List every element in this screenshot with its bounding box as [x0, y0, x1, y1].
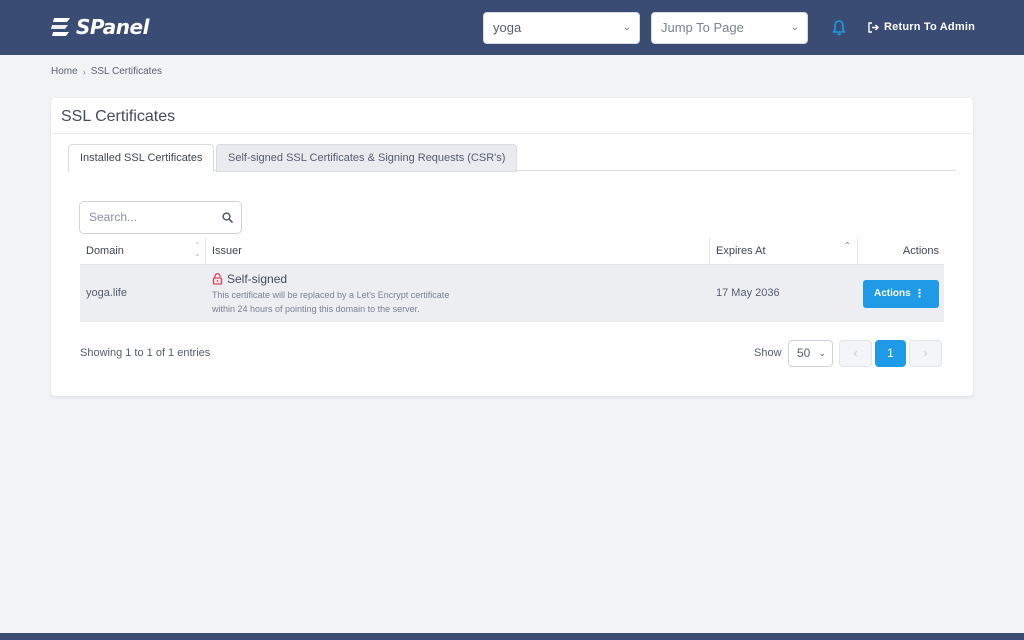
breadcrumb-current: SSL Certificates [90, 66, 163, 77]
expires-cell: 17 May 2036 [716, 287, 780, 299]
sort-ascending-icon[interactable]: ⌃ [844, 242, 851, 250]
page-title: SSL Certificates [61, 108, 176, 125]
column-header-actions: Actions [902, 245, 939, 257]
page-size-select[interactable]: 50 ⌄ [788, 340, 833, 367]
pagination-page-1[interactable]: 1 [875, 340, 906, 367]
actions-button-label: Actions [874, 288, 911, 299]
column-header-issuer: Issuer [212, 245, 242, 257]
table-row: yoga.life Self-signed This certificate w… [80, 265, 944, 322]
user-select-value: yoga [493, 20, 522, 35]
column-header-expires-at[interactable]: Expires At [716, 238, 766, 265]
logo-text: SPanel [76, 15, 149, 39]
top-bar: SPanel yoga ⌄ Jump To Page ⌄ Return To A… [0, 0, 1024, 55]
certificates-table: Domain ⌃ ⌄ Issuer Expires At ⌃ Actions yo… [80, 238, 944, 322]
search-input[interactable]: Search... [79, 201, 242, 234]
jump-to-page-select[interactable]: Jump To Page ⌄ [651, 12, 808, 44]
chevron-down-icon: ⌄ [818, 348, 826, 358]
chevron-down-icon: ⌄ [790, 22, 799, 33]
bell-icon[interactable] [831, 19, 847, 37]
search-placeholder: Search... [89, 210, 138, 224]
return-to-admin-link[interactable]: Return To Admin [868, 21, 975, 33]
spanel-logo-icon [51, 18, 70, 36]
column-divider [709, 238, 710, 265]
search-icon [222, 212, 233, 223]
tabs: Installed SSL Certificates Self-signed S… [68, 144, 956, 172]
breadcrumb-home[interactable]: Home [51, 66, 78, 77]
page-size-value: 50 [797, 346, 811, 360]
chevron-right-icon: › [82, 66, 86, 77]
entries-info: Showing 1 to 1 of 1 entries [80, 347, 211, 359]
issuer-title-text: Self-signed [227, 272, 288, 286]
pagination-next-button[interactable]: › [909, 340, 942, 367]
column-divider [857, 238, 858, 265]
actions-button[interactable]: Actions ⋮ [863, 280, 939, 308]
sort-both-icon[interactable]: ⌃ ⌄ [194, 242, 201, 258]
domain-cell: yoga.life [86, 287, 127, 299]
card-header-divider [51, 133, 973, 134]
tab-installed-ssl-certificates[interactable]: Installed SSL Certificates [68, 144, 215, 172]
column-header-domain[interactable]: Domain [86, 238, 124, 265]
issuer-title: Self-signed [212, 272, 472, 286]
footer-bar [0, 633, 1024, 640]
show-label: Show [754, 347, 782, 359]
chevron-down-icon: ⌄ [622, 22, 631, 33]
issuer-cell: Self-signed This certificate will be rep… [212, 272, 472, 316]
pagination-prev-button[interactable]: ‹ [839, 340, 872, 367]
tab-self-signed-csr[interactable]: Self-signed SSL Certificates & Signing R… [216, 144, 518, 172]
more-vertical-icon: ⋮ [914, 288, 925, 300]
return-to-admin-label: Return To Admin [884, 21, 975, 33]
spanel-logo[interactable]: SPanel [50, 14, 149, 40]
unlock-icon [212, 273, 223, 285]
ssl-certificates-card: SSL Certificates Installed SSL Certifica… [51, 98, 973, 396]
issuer-description: This certificate will be replaced by a L… [212, 290, 450, 314]
table-header: Domain ⌃ ⌄ Issuer Expires At ⌃ Actions [80, 238, 944, 265]
user-select[interactable]: yoga ⌄ [483, 12, 640, 44]
jump-select-placeholder: Jump To Page [661, 20, 744, 35]
sign-out-icon [868, 21, 879, 33]
column-divider [205, 238, 206, 265]
breadcrumb: Home › SSL Certificates [51, 66, 162, 77]
